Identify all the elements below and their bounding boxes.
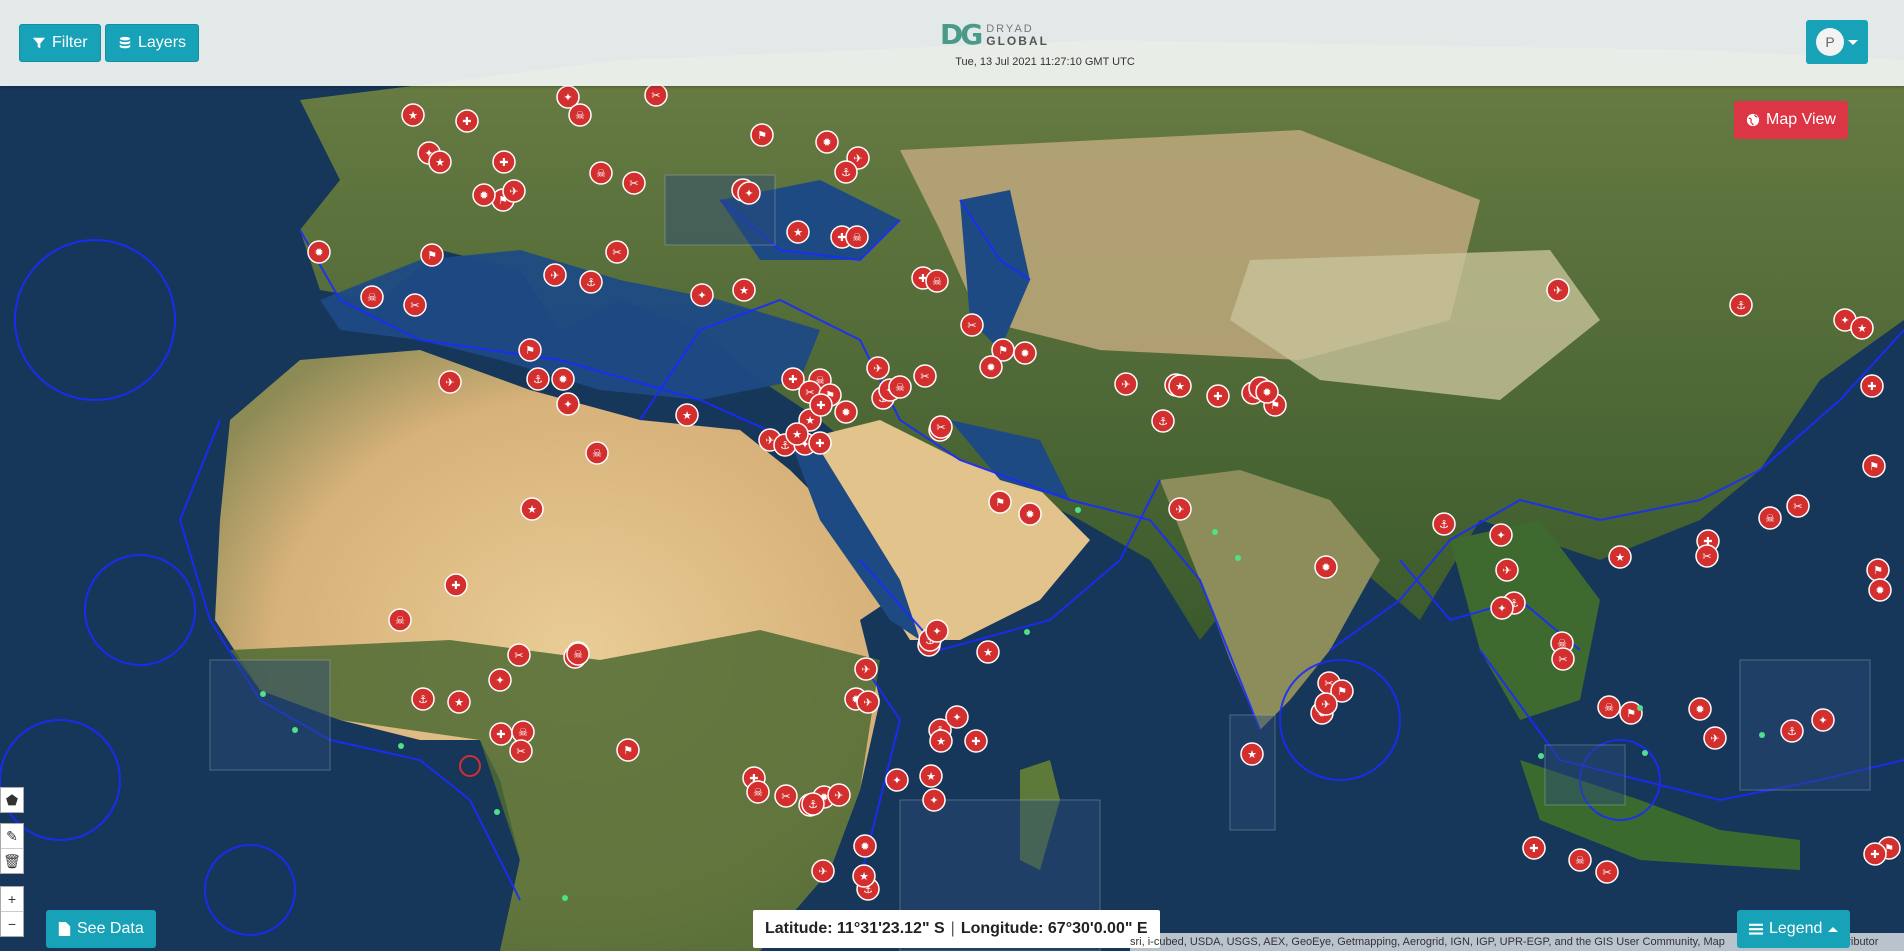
coordinate-separator: | [950,920,955,937]
document-icon [58,922,71,936]
user-avatar: P [1816,28,1844,56]
legend-button[interactable]: Legend [1737,910,1851,948]
layers-button[interactable]: Layers [105,24,200,62]
map-view-button[interactable]: Map View [1734,101,1848,139]
trash-icon[interactable]: 🗑 [1,849,23,873]
map-view-label: Map View [1766,111,1836,128]
edit-toolbar: ✎ 🗑 [0,823,24,874]
globe-icon [1746,113,1760,127]
cursor-coordinates: Latitude: 11°31'23.12" S | Longitude: 67… [753,910,1160,948]
list-icon [1749,923,1763,935]
see-data-button[interactable]: See Data [46,910,156,948]
logo-line-2: GLOBAL [986,33,1049,48]
layers-icon [119,36,131,49]
polygon-icon[interactable]: ⬟ [1,788,23,812]
logo-mark: DG [940,18,983,51]
chevron-down-icon [1848,39,1858,45]
attribution-text: sri, i-cubed, USDA, USGS, AEX, GeoEye, G… [1130,936,1725,948]
latitude-readout: Latitude: 11°31'23.12" S [765,920,945,937]
legend-label: Legend [1769,920,1823,937]
filter-icon [32,37,46,49]
longitude-readout: Longitude: 67°30'0.00" E [960,920,1148,937]
layers-label: Layers [138,34,187,51]
dryad-global-logo: DG DRYAD GLOBAL [940,18,1049,51]
draw-polygon-toolbar: ⬟ [0,787,24,813]
filter-button[interactable]: Filter [19,24,101,62]
see-data-label: See Data [77,920,144,937]
filter-label: Filter [52,34,88,51]
zoom-control: + − [0,886,24,937]
zoom-in-button[interactable]: + [1,887,23,912]
top-bar: Filter Layers DG DRYAD GLOBAL Tue, 13 Ju… [0,0,1904,86]
edit-icon[interactable]: ✎ [1,824,23,849]
logo-line-1: DRYAD [986,22,1034,35]
zoom-out-button[interactable]: − [1,912,23,936]
user-menu-button[interactable]: P [1806,20,1868,64]
chevron-up-icon [1828,926,1839,932]
current-datetime: Tue, 13 Jul 2021 11:27:10 GMT UTC [955,56,1135,68]
map-canvas[interactable] [0,0,1904,951]
